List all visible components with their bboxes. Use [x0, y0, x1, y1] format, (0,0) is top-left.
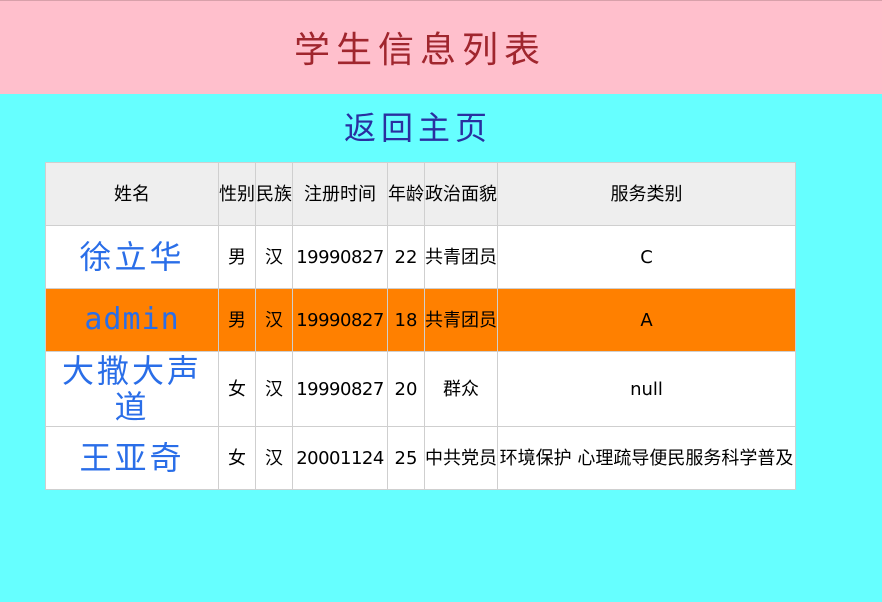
table-row[interactable]: 王亚奇 女 汉 20001124 25 中共党员 环境保护 心理疏导便民服务科学…	[45, 426, 796, 490]
gender-cell: 男	[218, 225, 256, 289]
age-cell: 18	[387, 288, 425, 352]
student-name-cell[interactable]: 王亚奇	[45, 426, 219, 490]
ethnicity-cell: 汉	[255, 351, 293, 427]
registered-cell: 20001124	[292, 426, 388, 490]
student-name-cell[interactable]: 徐立华	[45, 225, 219, 289]
ethnicity-cell: 汉	[255, 225, 293, 289]
ethnicity-cell: 汉	[255, 426, 293, 490]
column-header-political: 政治面貌	[424, 162, 498, 226]
table-row[interactable]: 徐立华 男 汉 19990827 22 共青团员 C	[45, 225, 796, 289]
table-row[interactable]: 大撒大声道 女 汉 19990827 20 群众 null	[45, 351, 796, 427]
table-header-row: 姓名 性别 民族 注册时间 年龄 政治面貌 服务类别	[45, 162, 796, 226]
gender-cell: 男	[218, 288, 256, 352]
student-name-cell[interactable]: 大撒大声道	[45, 351, 219, 427]
column-header-gender: 性别	[218, 162, 256, 226]
age-cell: 20	[387, 351, 425, 427]
gender-cell: 女	[218, 426, 256, 490]
column-header-service: 服务类别	[497, 162, 796, 226]
student-name-cell[interactable]: admin	[45, 288, 219, 352]
service-cell: 环境保护 心理疏导便民服务科学普及	[497, 426, 796, 490]
home-link[interactable]: 返回主页	[0, 106, 836, 150]
column-header-name: 姓名	[45, 162, 219, 226]
age-cell: 22	[387, 225, 425, 289]
political-cell: 共青团员	[424, 288, 498, 352]
political-cell: 群众	[424, 351, 498, 427]
table-row-highlighted[interactable]: admin 男 汉 19990827 18 共青团员 A	[45, 288, 796, 352]
ethnicity-cell: 汉	[255, 288, 293, 352]
age-cell: 25	[387, 426, 425, 490]
service-cell: A	[497, 288, 796, 352]
registered-cell: 19990827	[292, 288, 388, 352]
service-cell: C	[497, 225, 796, 289]
page-title: 学生信息列表	[293, 30, 546, 71]
service-cell: null	[497, 351, 796, 427]
registered-cell: 19990827	[292, 225, 388, 289]
column-header-ethnicity: 民族	[255, 162, 293, 226]
column-header-age: 年龄	[387, 162, 425, 226]
registered-cell: 19990827	[292, 351, 388, 427]
column-header-registered: 注册时间	[292, 162, 388, 226]
page-header: 学生信息列表	[0, 0, 882, 94]
political-cell: 共青团员	[424, 225, 498, 289]
student-table: 姓名 性别 民族 注册时间 年龄 政治面貌 服务类别 徐立华 男 汉 19990…	[45, 162, 796, 490]
political-cell: 中共党员	[424, 426, 498, 490]
gender-cell: 女	[218, 351, 256, 427]
